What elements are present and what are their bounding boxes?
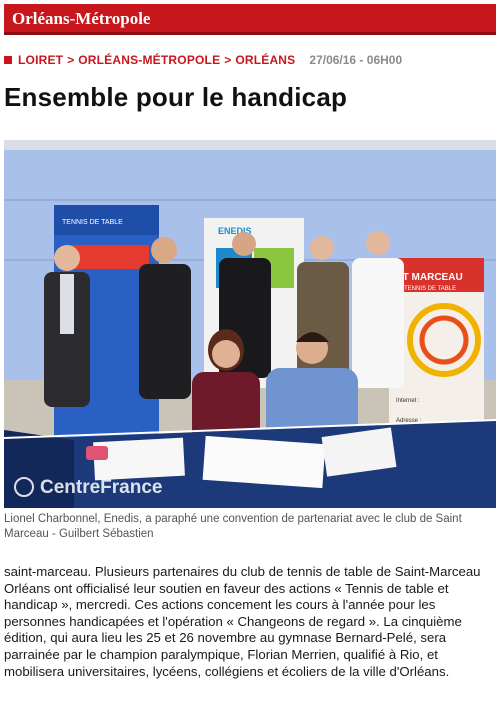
article-body: saint-marceau. Plusieurs partenaires du …	[4, 564, 481, 679]
publish-date: 27/06/16 - 06H00	[309, 53, 403, 67]
bullet-square-icon	[4, 56, 12, 64]
breadcrumb-separator: >	[67, 53, 75, 67]
breadcrumb: LOIRET > ORLÉANS-MÉTROPOLE > ORLÉANS 27/06/16…	[4, 53, 402, 69]
svg-text:ST MARCEAU: ST MARCEAU	[396, 272, 463, 283]
breadcrumb-separator: >	[224, 53, 232, 67]
svg-text:Internet :: Internet :	[396, 398, 420, 404]
article-photo: TENNIS DE TABLE ENEDIS ST MARCEAU TENNIS…	[4, 140, 496, 508]
section-banner: Orléans-Métropole	[4, 4, 496, 35]
photo-watermark: CentreFrance	[14, 477, 163, 499]
photo-caption: Lionel Charbonnel, Enedis, a paraphé une…	[4, 513, 462, 540]
breadcrumb-item-orleans[interactable]: ORLÉANS	[235, 53, 295, 67]
svg-text:TENNIS DE TABLE: TENNIS DE TABLE	[404, 286, 456, 292]
breadcrumb-item-orleans-metropole[interactable]: ORLÉANS-MÉTROPOLE	[78, 53, 220, 67]
article-title: Ensemble pour le handicap	[4, 82, 348, 112]
breadcrumb-item-loiret[interactable]: LOIRET	[18, 53, 63, 67]
photo-illustration: TENNIS DE TABLE ENEDIS ST MARCEAU TENNIS…	[4, 140, 496, 508]
svg-text:TENNIS DE TABLE: TENNIS DE TABLE	[62, 219, 123, 226]
section-title[interactable]: Orléans-Métropole	[12, 9, 150, 29]
centrefrance-logo-icon	[14, 477, 34, 497]
